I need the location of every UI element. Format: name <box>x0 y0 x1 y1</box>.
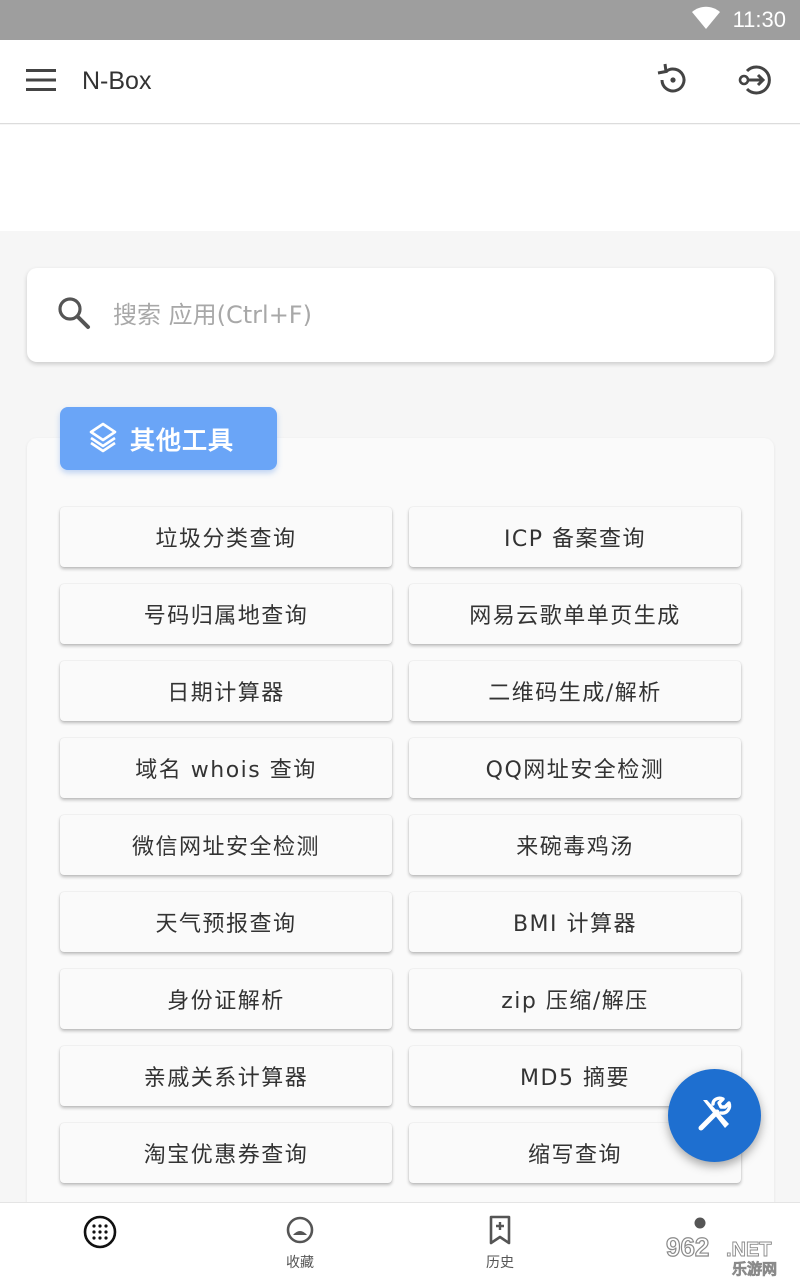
tools-icon <box>695 1094 735 1138</box>
svg-text:962: 962 <box>666 1232 709 1262</box>
tool-grid: 垃圾分类查询 ICP 备案查询 号码归属地查询 网易云歌单单页生成 日期计算器 … <box>60 507 741 1183</box>
login-icon <box>737 62 775 102</box>
svg-text:乐游网: 乐游网 <box>732 1260 777 1278</box>
nav-apps[interactable] <box>0 1203 200 1280</box>
tool-date-calculator[interactable]: 日期计算器 <box>60 661 392 721</box>
nav-favorites[interactable]: 收藏 <box>200 1203 400 1280</box>
layers-icon <box>88 421 118 457</box>
app-bar: N-Box <box>0 40 800 124</box>
login-button[interactable] <box>714 40 798 124</box>
tool-zip[interactable]: zip 压缩/解压 <box>409 969 741 1029</box>
wifi-icon <box>691 6 721 34</box>
hamburger-menu-icon <box>26 68 56 95</box>
nav-history-label: 历史 <box>486 1255 514 1271</box>
nav-history[interactable]: 历史 <box>400 1203 600 1280</box>
apps-grid-icon <box>83 1215 117 1253</box>
tool-garbage-classification[interactable]: 垃圾分类查询 <box>60 507 392 567</box>
menu-button[interactable] <box>0 40 82 124</box>
section-badge: 其他工具 <box>60 407 277 470</box>
tool-chicken-soup[interactable]: 来碗毒鸡汤 <box>409 815 741 875</box>
tool-phone-location[interactable]: 号码归属地查询 <box>60 584 392 644</box>
search-bar[interactable] <box>27 268 774 362</box>
tools-fab[interactable] <box>668 1069 761 1162</box>
favorite-icon <box>285 1215 315 1249</box>
status-time: 11:30 <box>732 7 786 32</box>
tool-wechat-url-check[interactable]: 微信网址安全检测 <box>60 815 392 875</box>
tool-netease-playlist[interactable]: 网易云歌单单页生成 <box>409 584 741 644</box>
search-icon <box>57 296 91 334</box>
tool-whois[interactable]: 域名 whois 查询 <box>60 738 392 798</box>
tool-taobao-coupon[interactable]: 淘宝优惠券查询 <box>60 1123 392 1183</box>
tool-icp-lookup[interactable]: ICP 备案查询 <box>409 507 741 567</box>
status-bar: 11:30 <box>0 0 800 40</box>
app-title: N-Box <box>82 67 152 95</box>
banner-area <box>0 125 800 231</box>
svg-text:.NET: .NET <box>726 1239 772 1261</box>
restore-button[interactable] <box>630 40 714 124</box>
tool-qrcode[interactable]: 二维码生成/解析 <box>409 661 741 721</box>
search-input[interactable] <box>113 301 673 329</box>
section-title: 其他工具 <box>130 425 235 455</box>
tool-bmi[interactable]: BMI 计算器 <box>409 892 741 952</box>
tool-relatives[interactable]: 亲戚关系计算器 <box>60 1046 392 1106</box>
tool-qq-url-check[interactable]: QQ网址安全检测 <box>409 738 741 798</box>
nav-favorites-label: 收藏 <box>286 1255 314 1271</box>
tool-id-card[interactable]: 身份证解析 <box>60 969 392 1029</box>
restore-history-icon <box>654 62 690 102</box>
watermark-logo: 962 .NET 乐游网 <box>660 1228 800 1280</box>
tool-weather[interactable]: 天气预报查询 <box>60 892 392 952</box>
history-bookmark-icon <box>487 1215 513 1249</box>
